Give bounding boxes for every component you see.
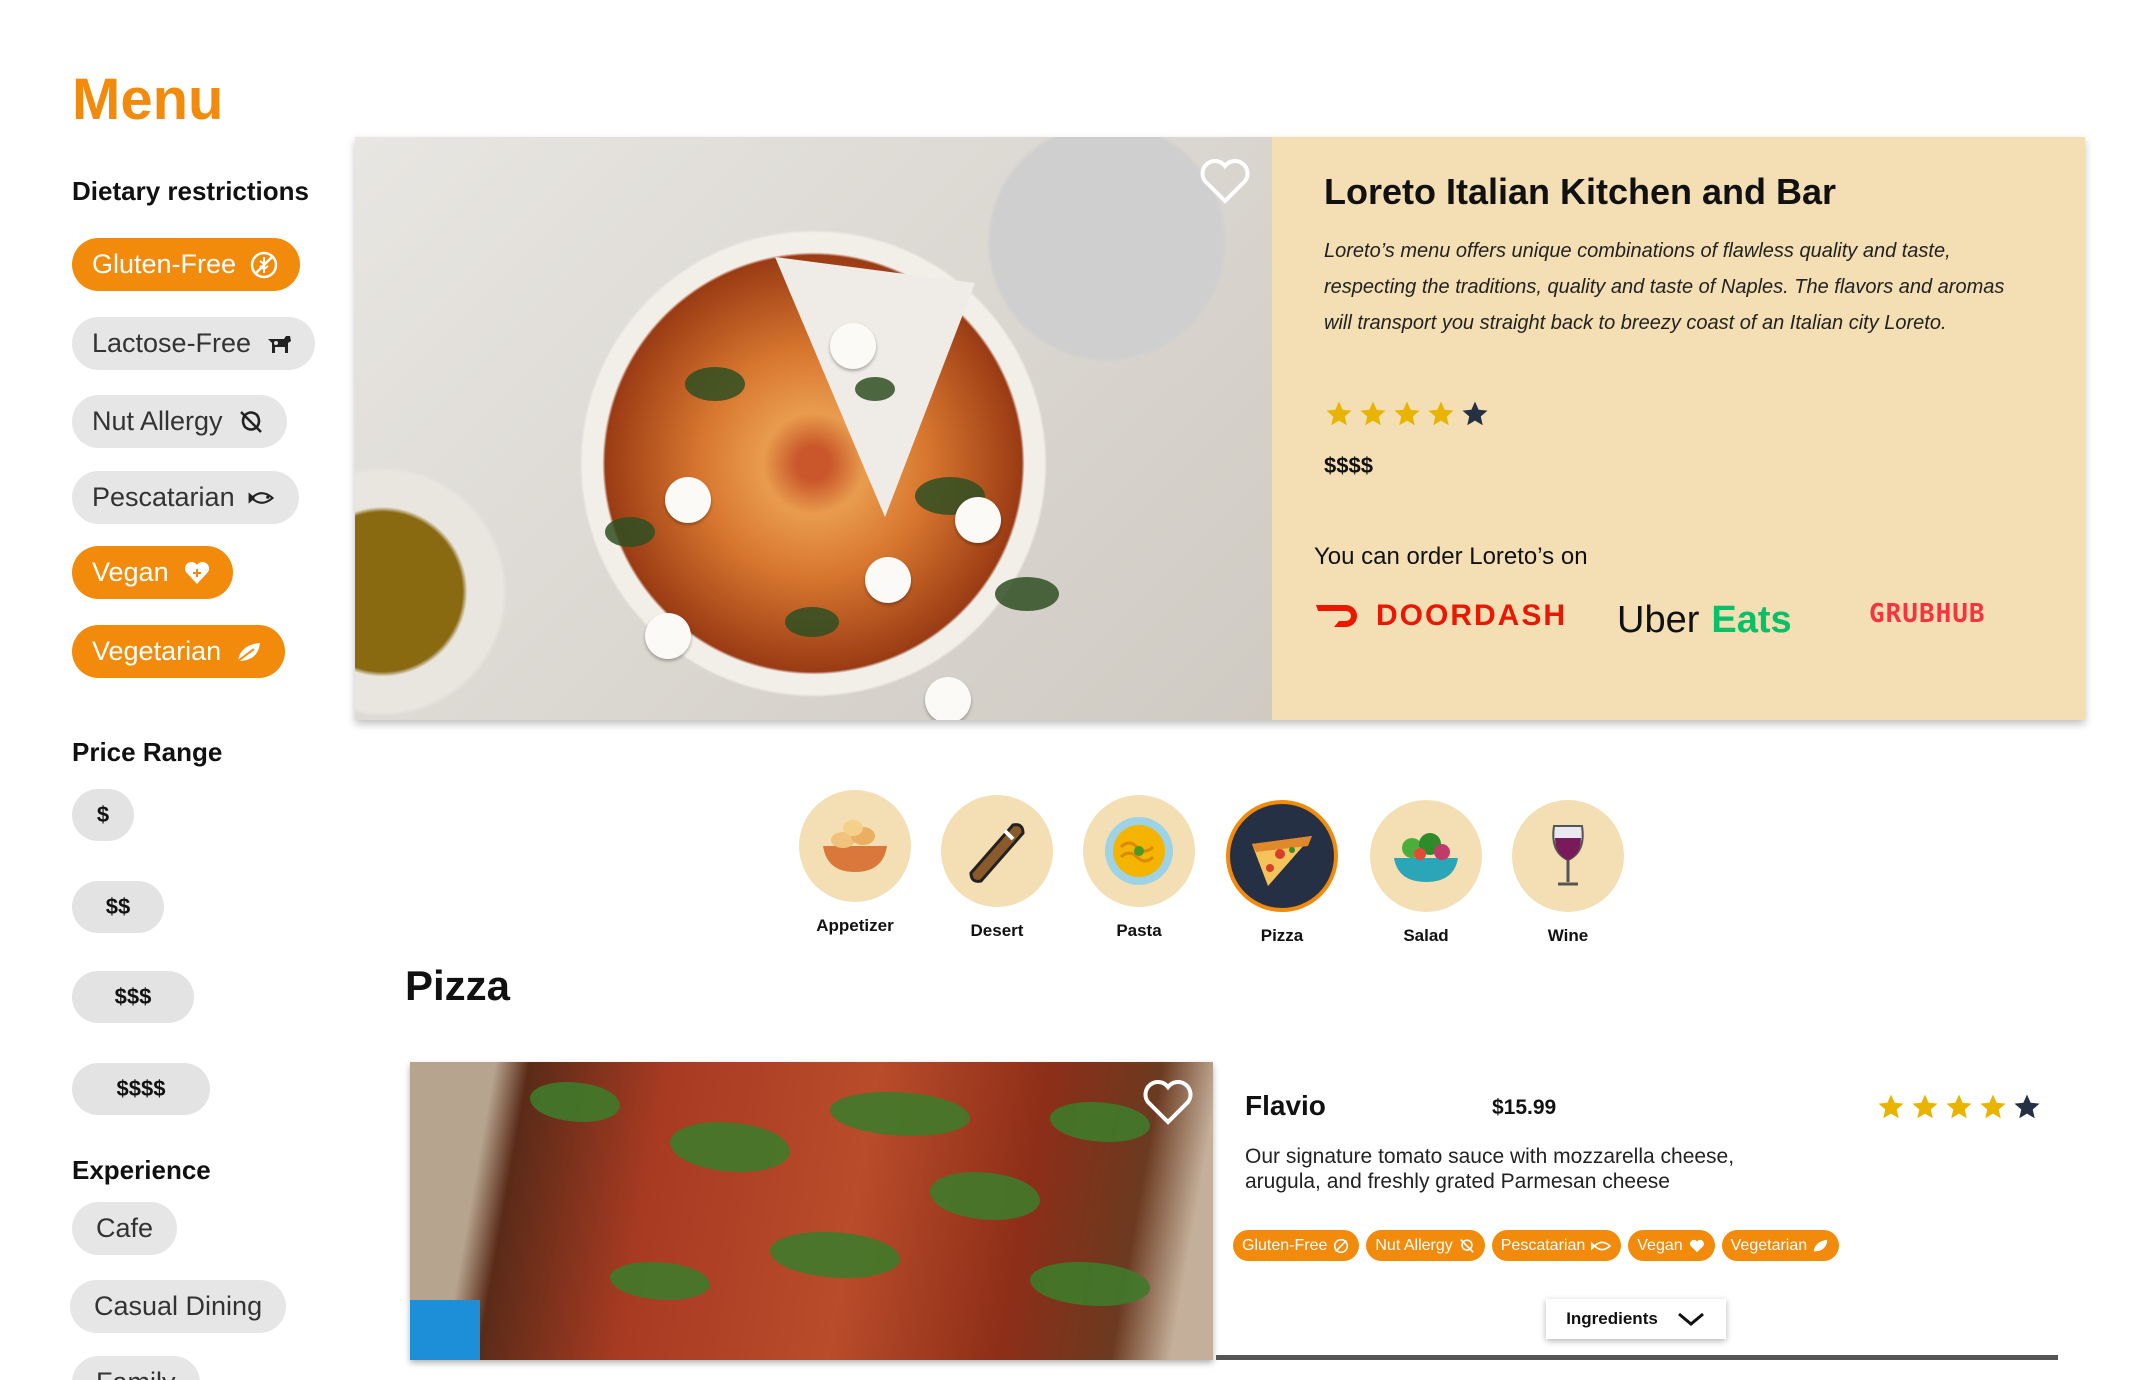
category-desert[interactable]: Desert: [937, 795, 1057, 941]
uber-eats-link[interactable]: Uber Eats: [1617, 599, 1792, 642]
restaurant-photo: [355, 137, 1272, 720]
filter-lactose-free[interactable]: Lactose-Free: [72, 317, 316, 370]
category-appetizer[interactable]: Appetizer: [795, 790, 915, 936]
star-filled-icon: [1946, 1094, 1972, 1119]
cannoli-icon: [969, 823, 1025, 883]
restaurant-rating: [1324, 399, 1490, 429]
chip-label: Vegan: [92, 557, 169, 587]
restaurant-name: Loreto Italian Kitchen and Bar: [1324, 171, 1837, 212]
item-card: Flavio $15.99 Our signature tomato sauce…: [1216, 1062, 2058, 1360]
wine-glass-icon: [1552, 825, 1584, 886]
pasta-icon: [1105, 817, 1173, 885]
order-label: You can order Loreto’s on: [1314, 543, 1588, 570]
leaf-icon: [233, 636, 265, 668]
restaurant-info: Loreto Italian Kitchen and Bar Loreto’s …: [1272, 137, 2085, 720]
tag-vegetarian: Vegetarian: [1721, 1230, 1840, 1261]
heart-icon: [1689, 1239, 1704, 1252]
item-tags: Gluten-Free Nut Allergy Pescatarian Vega…: [1233, 1230, 1840, 1261]
star-filled-icon: [1912, 1094, 1938, 1119]
ingredients-dropdown[interactable]: Ingredients: [1546, 1299, 1726, 1339]
filter-pescatarian[interactable]: Pescatarian: [72, 471, 299, 524]
filter-vegan[interactable]: Vegan: [72, 546, 233, 599]
grubhub-link[interactable]: GRUBHUB: [1869, 599, 1986, 629]
fish-icon: [247, 482, 279, 514]
star-filled-icon: [1326, 401, 1352, 426]
item-photo: [410, 1062, 1213, 1360]
favorite-heart-icon[interactable]: [1199, 157, 1251, 205]
leaf-icon: [1813, 1239, 1828, 1251]
restaurant-hero-card: Loreto Italian Kitchen and Bar Loreto’s …: [355, 137, 2085, 720]
category-salad[interactable]: Salad: [1366, 800, 1486, 946]
chip-label: Vegetarian: [92, 636, 222, 666]
tag-nut-allergy: Nut Allergy: [1366, 1230, 1485, 1261]
dietary-restrictions-heading: Dietary restrictions: [72, 176, 309, 206]
bread-bowl-icon: [823, 820, 887, 872]
restaurant-price-level: $$$$: [1324, 453, 1373, 478]
category-pizza[interactable]: Pizza: [1222, 800, 1342, 946]
item-favorite-heart-icon[interactable]: [1142, 1078, 1194, 1126]
item-name: Flavio: [1245, 1090, 1326, 1121]
item-description: Our signature tomato sauce with mozzarel…: [1245, 1145, 1735, 1193]
experience-heading: Experience: [72, 1155, 211, 1185]
price-filter-2[interactable]: $$: [72, 881, 164, 933]
star-filled-icon: [1980, 1094, 2006, 1119]
price-range-heading: Price Range: [72, 737, 223, 767]
wheat-off-icon: [248, 249, 280, 281]
nut-off-icon: [235, 406, 267, 438]
item-price: $15.99: [1492, 1096, 1557, 1119]
sidebar: Menu Dietary restrictions Gluten-Free La…: [0, 0, 340, 1380]
cow-icon: [263, 328, 295, 360]
tag-vegan: Vegan: [1628, 1230, 1715, 1261]
star-filled-icon: [1360, 401, 1386, 426]
chip-label: Nut Allergy: [92, 406, 223, 436]
experience-cafe[interactable]: Cafe: [72, 1202, 178, 1255]
chip-label: Pescatarian: [92, 482, 235, 512]
chip-label: Lactose-Free: [92, 328, 252, 358]
filter-nut-allergy[interactable]: Nut Allergy: [72, 395, 287, 448]
salad-bowl-icon: [1394, 833, 1458, 882]
price-filter-3[interactable]: $$$: [72, 971, 194, 1023]
chip-label: Gluten-Free: [92, 249, 237, 279]
section-heading: Pizza: [405, 962, 511, 1009]
filter-vegetarian[interactable]: Vegetarian: [72, 625, 286, 678]
price-filter-1[interactable]: $: [72, 789, 134, 841]
doordash-logo-icon: [1316, 605, 1357, 627]
filter-gluten-free[interactable]: Gluten-Free: [72, 238, 301, 291]
heart-icon: [181, 557, 213, 589]
category-wine[interactable]: Wine: [1508, 800, 1628, 946]
doordash-link[interactable]: DOORDASH: [1314, 599, 1567, 633]
star-filled-icon: [1394, 401, 1420, 426]
experience-family[interactable]: Family: [72, 1356, 200, 1380]
tag-pescatarian: Pescatarian: [1491, 1230, 1622, 1261]
star-empty-icon: [1462, 401, 1488, 426]
restaurant-description: Loreto’s menu offers unique combinations…: [1324, 240, 2005, 334]
tag-gluten-free: Gluten-Free: [1233, 1230, 1360, 1261]
nut-off-icon: [1459, 1238, 1474, 1253]
star-filled-icon: [1428, 401, 1454, 426]
pizza-slice-icon: [1252, 836, 1312, 886]
star-filled-icon: [1878, 1094, 1904, 1119]
chevron-down-icon: [1677, 1312, 1704, 1326]
wheat-off-icon: [1334, 1238, 1349, 1253]
page-title: Menu: [72, 67, 224, 132]
item-rating: [1876, 1092, 2042, 1122]
star-empty-icon: [2014, 1094, 2040, 1119]
fish-icon: [1591, 1241, 1612, 1250]
category-pasta[interactable]: Pasta: [1079, 795, 1199, 941]
experience-casual-dining[interactable]: Casual Dining: [70, 1280, 287, 1333]
price-filter-4[interactable]: $$$$: [72, 1063, 210, 1115]
